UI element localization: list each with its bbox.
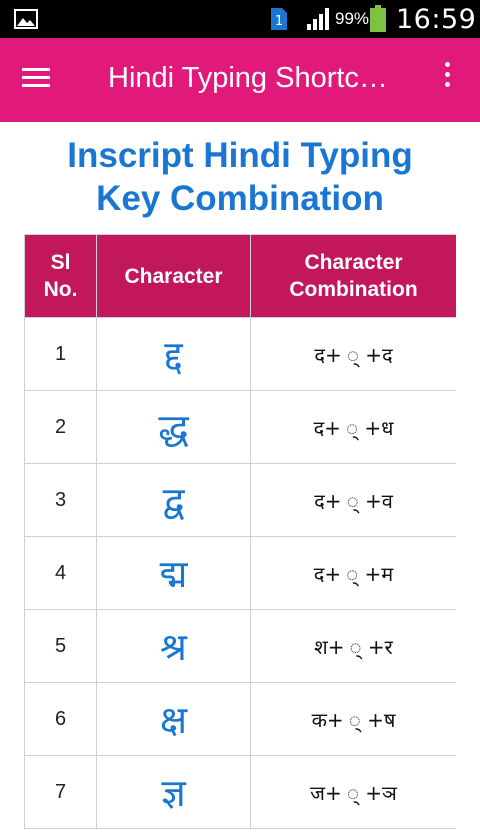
row-sl-no: 1 [24, 317, 97, 391]
status-bar: 1 99% 16:59 [0, 0, 480, 38]
header-combination: Character Combination [250, 234, 456, 318]
table-row: 1 द्द द+ ् +द [24, 317, 456, 391]
row-character: श्र [96, 609, 251, 683]
menu-button[interactable] [22, 64, 62, 98]
table-row: 2 द्ध द+ ् +ध [24, 390, 456, 464]
row-sl-no: 7 [24, 755, 97, 829]
clock: 16:59 [396, 4, 477, 35]
row-sl-no: 5 [24, 609, 97, 683]
row-combination: द+ ् +द [250, 317, 456, 391]
row-character: द्द [96, 317, 251, 391]
heading-line-2: Key Combination [96, 179, 384, 218]
table-row: 4 द्म द+ ् +म [24, 536, 456, 610]
sim-label: 1 [275, 14, 283, 29]
table-header-row: Sl No. Character Character Combination [24, 234, 456, 318]
app-bar: Hindi Typing Shortc… [0, 38, 480, 122]
table-row: 3 द्व द+ ् +व [24, 463, 456, 537]
row-sl-no: 3 [24, 463, 97, 537]
heading-line-1: Inscript Hindi Typing [67, 136, 413, 175]
row-sl-no: 4 [24, 536, 97, 610]
row-combination: द+ ् +व [250, 463, 456, 537]
table-row: 5 श्र श+ ् +र [24, 609, 456, 683]
row-sl-no: 2 [24, 390, 97, 464]
row-combination: ज+ ् +ञ [250, 755, 456, 829]
header-character: Character [96, 234, 251, 318]
gallery-icon [14, 9, 38, 29]
menu-icon [22, 68, 50, 71]
row-character: द्म [96, 536, 251, 610]
signal-icon [307, 8, 329, 30]
overflow-menu-icon [444, 62, 450, 67]
combination-table: Sl No. Character Character Combination 1… [24, 234, 456, 834]
row-combination: द+ ् +म [250, 536, 456, 610]
row-combination: क+ ् +ष [250, 682, 456, 756]
battery-icon [370, 5, 386, 32]
app-title: Hindi Typing Shortc… [108, 62, 388, 94]
table-row: 6 क्ष क+ ् +ष [24, 682, 456, 756]
row-character: ज्ञ [96, 755, 251, 829]
header-sl-no: Sl No. [24, 234, 97, 318]
row-combination: द+ ् +ध [250, 390, 456, 464]
row-combination: श+ ् +र [250, 609, 456, 683]
row-sl-no: 6 [24, 682, 97, 756]
row-character: क्ष [96, 682, 251, 756]
row-character: द्व [96, 463, 251, 537]
sim-icon: 1 [271, 8, 287, 30]
battery-percent: 99% [335, 9, 370, 28]
page-heading: Inscript Hindi Typing Key Combination [0, 134, 480, 220]
overflow-menu-button[interactable] [432, 62, 462, 102]
table-row: 7 ज्ञ ज+ ् +ञ [24, 755, 456, 829]
row-character: द्ध [96, 390, 251, 464]
